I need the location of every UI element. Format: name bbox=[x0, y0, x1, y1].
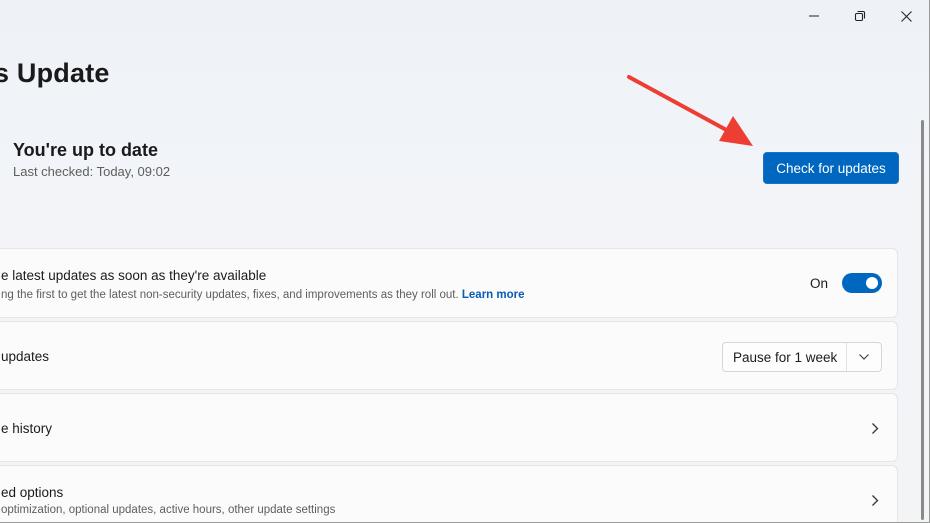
close-icon bbox=[900, 10, 912, 22]
chevron-right-icon bbox=[872, 494, 879, 506]
last-checked-text: Last checked: Today, 09:02 bbox=[13, 164, 171, 179]
advanced-options-chevron bbox=[867, 492, 883, 508]
caption-controls bbox=[791, 0, 929, 32]
toggle-state-label: On bbox=[810, 276, 829, 291]
advanced-options-card[interactable]: ed options optimization, optional update… bbox=[0, 465, 898, 522]
maximize-button[interactable] bbox=[837, 0, 883, 32]
advanced-options-desc: optimization, optional updates, active h… bbox=[1, 504, 336, 516]
update-history-title: e history bbox=[1, 421, 53, 436]
latest-updates-title: e latest updates as soon as they're avai… bbox=[1, 268, 267, 283]
restore-icon bbox=[854, 10, 866, 22]
latest-updates-desc-text: ng the first to get the latest non-secur… bbox=[1, 289, 459, 301]
toggle-knob bbox=[866, 277, 878, 289]
advanced-options-title: ed options bbox=[1, 485, 64, 500]
pause-updates-title: updates bbox=[1, 349, 50, 364]
check-for-updates-button[interactable]: Check for updates bbox=[763, 152, 899, 184]
update-history-chevron bbox=[867, 420, 883, 436]
page-title: s Update bbox=[0, 58, 110, 88]
red-arrow-annotation bbox=[627, 75, 753, 146]
chevron-right-icon bbox=[872, 422, 879, 434]
pause-duration-value: Pause for 1 week bbox=[733, 349, 838, 365]
dropdown-toggle[interactable] bbox=[847, 353, 881, 361]
settings-window: s Update You're up to date Last checked:… bbox=[0, 0, 930, 523]
minimize-icon bbox=[809, 15, 819, 17]
latest-updates-desc: ng the first to get the latest non-secur… bbox=[1, 289, 525, 301]
latest-updates-card: e latest updates as soon as they're avai… bbox=[0, 248, 898, 318]
close-button[interactable] bbox=[883, 0, 929, 32]
chevron-down-icon bbox=[859, 354, 869, 360]
learn-more-link[interactable]: Learn more bbox=[462, 289, 525, 301]
pause-updates-card: updates Pause for 1 week bbox=[0, 321, 898, 390]
scrollbar-thumb[interactable] bbox=[921, 120, 924, 520]
update-status-title: You're up to date bbox=[13, 140, 158, 160]
update-history-card[interactable]: e history bbox=[0, 393, 898, 462]
latest-updates-toggle[interactable] bbox=[842, 273, 882, 293]
minimize-button[interactable] bbox=[791, 0, 837, 32]
pause-duration-dropdown[interactable]: Pause for 1 week bbox=[722, 342, 882, 372]
